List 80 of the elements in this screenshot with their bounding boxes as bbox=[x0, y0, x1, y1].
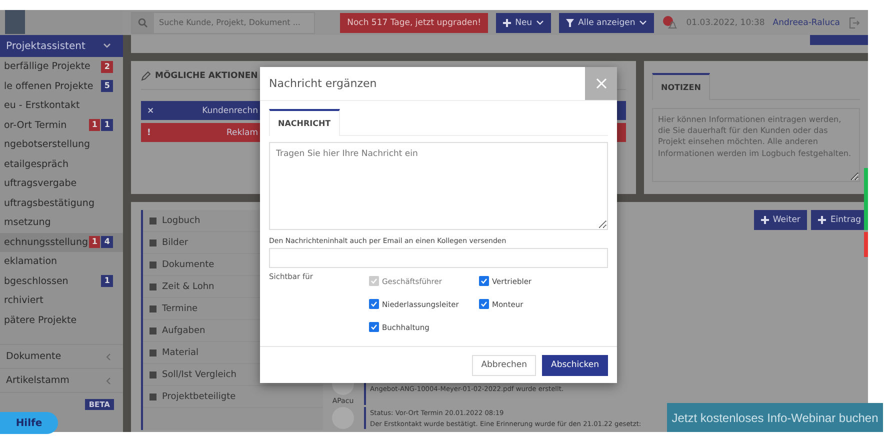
sidebar-item[interactable]: ngebotserstellung bbox=[0, 135, 123, 154]
sidebar-section[interactable]: Artikelstamm bbox=[0, 368, 123, 392]
submit-button[interactable]: Abschicken bbox=[542, 354, 608, 376]
avatar-placeholder bbox=[5, 10, 25, 34]
chevron-down-icon bbox=[536, 20, 544, 26]
menu-item-icon bbox=[149, 260, 157, 268]
sidebar-item[interactable]: or-Ort Termin 1 1 bbox=[0, 116, 123, 135]
menu-item-icon bbox=[149, 216, 157, 224]
funnel-icon bbox=[566, 18, 574, 26]
cancel-button[interactable]: Abbrechen bbox=[472, 354, 536, 376]
date-time: 01.03.2022, 10:38 bbox=[686, 18, 765, 28]
chevron-down-icon bbox=[639, 20, 648, 26]
menu-item-icon bbox=[149, 304, 157, 312]
sidebar-item[interactable]: echnungsstellung 1 4 bbox=[0, 232, 123, 252]
chevron-left-icon bbox=[106, 352, 111, 360]
message-field[interactable]: Tragen Sie hier Ihre Nachricht ein bbox=[269, 142, 608, 230]
checkbox[interactable] bbox=[479, 299, 489, 309]
check-icon bbox=[371, 278, 377, 284]
sidebar-item[interactable]: berfällige Projekte 2 bbox=[0, 57, 123, 76]
checkbox[interactable] bbox=[369, 299, 379, 309]
count-badge: 1 bbox=[101, 275, 113, 288]
plus-icon bbox=[503, 18, 512, 26]
panel-title: MÖGLICHE AKTIONEN bbox=[155, 71, 258, 81]
checkbox[interactable] bbox=[479, 276, 489, 286]
checkbox[interactable] bbox=[369, 322, 379, 332]
sidebar-item[interactable]: eklamation bbox=[0, 252, 123, 272]
count-badge: 1 bbox=[101, 119, 113, 132]
message-tab[interactable]: NACHRICHT bbox=[269, 109, 340, 136]
close-icon bbox=[596, 78, 606, 89]
notes-tab[interactable]: NOTIZEN bbox=[652, 73, 710, 100]
status-strip bbox=[864, 232, 868, 257]
close-button[interactable] bbox=[585, 67, 617, 100]
search-icon-button[interactable] bbox=[132, 12, 154, 32]
check-icon bbox=[371, 324, 377, 330]
sidebar-section[interactable]: Dokumente bbox=[0, 344, 123, 368]
sidebar-item[interactable]: uftragsbestätigung bbox=[0, 194, 123, 213]
check-icon bbox=[481, 278, 487, 284]
count-badge: 1 bbox=[88, 119, 100, 132]
plus-icon bbox=[760, 216, 769, 224]
menu-item-icon bbox=[149, 238, 157, 246]
sidebar-item[interactable]: pätere Projekte bbox=[0, 310, 123, 330]
search-icon bbox=[138, 18, 148, 28]
user-name[interactable]: Andreea-Raluca bbox=[772, 18, 840, 28]
chevron-down-icon bbox=[103, 43, 111, 49]
filter-button[interactable]: Alle anzeigen bbox=[559, 12, 654, 32]
dialog-title: Nachricht ergänzen bbox=[268, 77, 377, 90]
log-menu-item[interactable]: Projektbeteiligte bbox=[143, 386, 323, 408]
sidebar-item[interactable]: bgeschlossen 1 bbox=[0, 272, 123, 291]
sidebar-header[interactable]: Projektassistent bbox=[0, 35, 123, 57]
new-button[interactable]: Neu bbox=[496, 12, 552, 32]
sidebar-item[interactable]: eu - Erstkontakt bbox=[0, 96, 123, 116]
menu-item-icon bbox=[149, 370, 157, 378]
menu-item-icon bbox=[149, 348, 157, 356]
notes-field[interactable]: Hier können Informationen eintragen werden, die Sie dauerhaft für den Kunden oder das Projekt einsehen möchten. Alle anderen Informationen werden im Logbuch festgehalten. bbox=[652, 108, 860, 182]
sidebar-item[interactable]: msetzung bbox=[0, 213, 123, 232]
add-button[interactable]: Weiter bbox=[754, 210, 808, 230]
count-badge: 2 bbox=[101, 60, 113, 73]
status-strip bbox=[864, 168, 868, 230]
check-icon bbox=[481, 301, 487, 307]
sidebar-item[interactable]: uftragsvergabe bbox=[0, 174, 123, 194]
menu-item-icon bbox=[149, 282, 157, 290]
chevron-left-icon bbox=[106, 376, 111, 384]
email-field[interactable] bbox=[269, 248, 608, 268]
plus-icon bbox=[818, 216, 826, 224]
help-button[interactable]: Hilfe bbox=[0, 412, 58, 434]
count-badge: 5 bbox=[101, 80, 113, 92]
check-icon bbox=[371, 301, 377, 307]
sidebar-item[interactable]: le offenen Projekte 5 bbox=[0, 76, 123, 96]
pencil-icon bbox=[141, 71, 151, 81]
sidebar-item[interactable]: rchiviert bbox=[0, 291, 123, 310]
sidebar-item[interactable]: etailgespräch bbox=[0, 154, 123, 174]
menu-item-icon bbox=[149, 392, 157, 400]
count-badge: 4 bbox=[101, 236, 113, 248]
webinar-banner[interactable]: Jetzt kostenloses Info-Webinar buchen bbox=[667, 403, 883, 432]
logout-icon[interactable] bbox=[848, 16, 860, 28]
bell-icon bbox=[662, 14, 678, 30]
upgrade-button[interactable]: Noch 517 Tage, jetzt upgraden! bbox=[340, 12, 488, 32]
search-box[interactable]: Suche Kunde, Projekt, Dokument ... bbox=[131, 12, 315, 34]
count-badge: 1 bbox=[88, 236, 100, 248]
menu-item-icon bbox=[149, 326, 157, 334]
